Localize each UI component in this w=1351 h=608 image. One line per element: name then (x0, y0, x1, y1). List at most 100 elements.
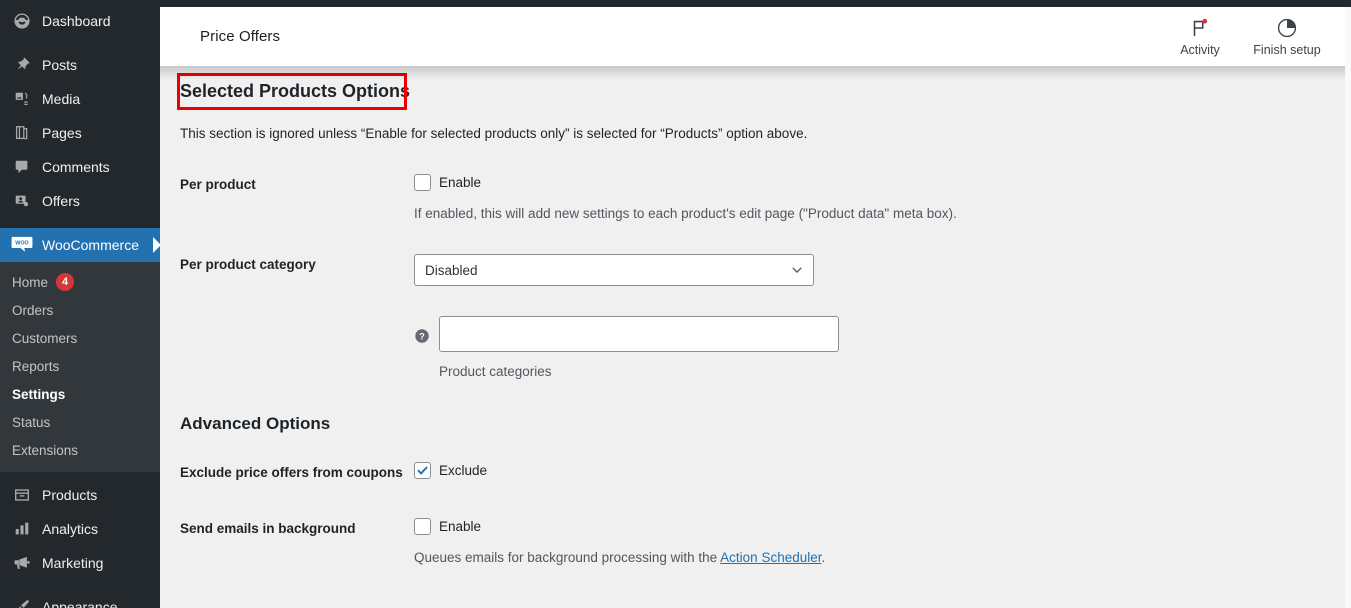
woocommerce-submenu: Home 4 Orders Customers Reports Settings… (0, 262, 160, 472)
sidebar-subitem-reports[interactable]: Reports (0, 352, 160, 380)
products-icon (10, 485, 34, 505)
brush-icon (10, 597, 34, 608)
comment-icon (10, 157, 34, 177)
per-product-row: Per product Enable If enabled, this will… (180, 173, 1351, 224)
per-product-category-field: Disabled (414, 254, 1351, 286)
sidebar-item-label: Pages (42, 125, 82, 141)
sidebar-item-marketing[interactable]: Marketing (0, 546, 160, 580)
sidebar-item-label: Offers (42, 193, 80, 209)
exclude-coupons-checkbox-line[interactable]: Exclude (414, 462, 1351, 480)
sidebar-item-pages[interactable]: Pages (0, 116, 160, 150)
product-categories-input-wrap: Product categories (439, 316, 839, 379)
sidebar-item-posts[interactable]: Posts (0, 48, 160, 82)
sidebar-item-woocommerce[interactable]: WOO WooCommerce (0, 228, 160, 262)
sidebar-item-media[interactable]: Media (0, 82, 160, 116)
pages-icon (10, 123, 34, 143)
per-product-field: Enable If enabled, this will add new set… (414, 173, 1351, 224)
advanced-options-title: Advanced Options (180, 414, 331, 433)
sidebar-subitem-customers[interactable]: Customers (0, 324, 160, 352)
section-title-wrapper: Selected Products Options (177, 73, 420, 110)
sidebar-subitem-home[interactable]: Home 4 (0, 268, 160, 296)
analytics-bars-icon (10, 519, 34, 539)
top-admin-bar-strip (0, 0, 1351, 7)
per-product-category-select[interactable]: Disabled (414, 254, 814, 286)
send-emails-checkbox[interactable] (414, 518, 431, 536)
submenu-label: Settings (12, 386, 66, 402)
send-emails-label: Send emails in background (180, 521, 356, 537)
pie-progress-icon (1276, 16, 1298, 40)
per-product-description: If enabled, this will add new settings t… (414, 205, 957, 221)
sidebar-subitem-settings[interactable]: Settings (0, 380, 160, 408)
settings-content: Selected Products Options This section i… (160, 66, 1351, 569)
help-tip-icon[interactable]: ? (414, 328, 430, 344)
sidebar-item-label: Comments (42, 159, 110, 175)
submenu-label: Customers (12, 330, 78, 346)
sidebar-item-label: Posts (42, 57, 78, 73)
chevron-down-icon (790, 263, 804, 277)
per-product-checkbox-line[interactable]: Enable (414, 173, 1351, 191)
home-badge-count: 4 (56, 273, 75, 291)
sidebar-subitem-orders[interactable]: Orders (0, 296, 160, 324)
section-title: Selected Products Options (180, 81, 411, 101)
per-product-label: Per product (180, 176, 256, 192)
right-edge-strip (1345, 7, 1351, 608)
sidebar-item-appearance[interactable]: Appearance (0, 590, 160, 608)
send-emails-checkbox-label: Enable (439, 519, 482, 535)
sidebar-item-products[interactable]: Products (0, 478, 160, 512)
exclude-coupons-checkbox[interactable] (414, 462, 431, 480)
sidebar-item-analytics[interactable]: Analytics (0, 512, 160, 546)
finish-setup-button[interactable]: Finish setup (1239, 7, 1335, 66)
admin-page: Dashboard Posts Media Pages Comments Off… (0, 0, 1351, 608)
per-product-category-label: Per product category (180, 257, 316, 272)
media-icon (10, 89, 34, 109)
sidebar-item-label: WooCommerce (42, 237, 139, 253)
submenu-label: Extensions (12, 442, 79, 458)
product-categories-hint: Product categories (439, 364, 552, 379)
exclude-coupons-label: Exclude price offers from coupons (180, 465, 403, 481)
submenu-label: Reports (12, 358, 60, 374)
send-emails-checkbox-line[interactable]: Enable (414, 518, 1351, 536)
main-content-area: Price Offers Activity Finish setup Selec… (160, 7, 1351, 608)
per-product-checkbox[interactable] (414, 173, 431, 191)
per-product-category-selected-value: Disabled (425, 262, 478, 278)
submenu-label: Status (12, 414, 51, 430)
pin-icon (10, 55, 34, 75)
finish-setup-label: Finish setup (1253, 43, 1321, 57)
sidebar-divider-1 (0, 38, 160, 48)
woocommerce-header: Price Offers Activity Finish setup (160, 7, 1351, 66)
page-title: Price Offers (200, 28, 281, 45)
action-scheduler-link[interactable]: Action Scheduler (720, 550, 821, 565)
submenu-label: Home (12, 274, 49, 290)
product-categories-row: ? Product categories (180, 316, 1351, 379)
sidebar-item-label: Marketing (42, 555, 104, 571)
exclude-coupons-row: Exclude price offers from coupons Exclud… (180, 462, 1351, 483)
sidebar-item-comments[interactable]: Comments (0, 150, 160, 184)
send-emails-desc-after: . (821, 550, 826, 566)
product-categories-input[interactable] (439, 316, 839, 352)
activity-button[interactable]: Activity (1161, 7, 1239, 66)
svg-text:?: ? (419, 331, 425, 341)
exclude-coupons-field: Exclude (414, 462, 1351, 480)
sidebar-item-label: Appearance (42, 599, 118, 608)
sidebar-item-offers[interactable]: Offers (0, 184, 160, 218)
offers-user-icon (10, 191, 34, 211)
submenu-label: Orders (12, 302, 54, 318)
megaphone-icon (10, 553, 34, 573)
per-product-checkbox-label: Enable (439, 174, 482, 190)
sidebar-item-label: Dashboard (42, 13, 111, 29)
sidebar-item-label: Analytics (42, 521, 99, 537)
sidebar-item-dashboard[interactable]: Dashboard (0, 4, 160, 38)
sidebar-subitem-extensions[interactable]: Extensions (0, 436, 160, 464)
sidebar-subitem-status[interactable]: Status (0, 408, 160, 436)
sidebar-divider-2 (0, 218, 160, 228)
activity-flag-icon (1189, 16, 1211, 40)
exclude-coupons-checkbox-label: Exclude (439, 463, 488, 479)
admin-sidebar: Dashboard Posts Media Pages Comments Off… (0, 0, 160, 608)
sidebar-item-label: Media (42, 91, 81, 107)
send-emails-desc-before: Queues emails for background processing … (414, 550, 721, 566)
section-description: This section is ignored unless “Enable f… (180, 125, 808, 141)
dashboard-icon (10, 11, 34, 31)
sidebar-item-label: Products (42, 487, 98, 503)
sidebar-divider-3 (0, 580, 160, 590)
send-emails-row: Send emails in background Enable Queues … (180, 518, 1351, 568)
